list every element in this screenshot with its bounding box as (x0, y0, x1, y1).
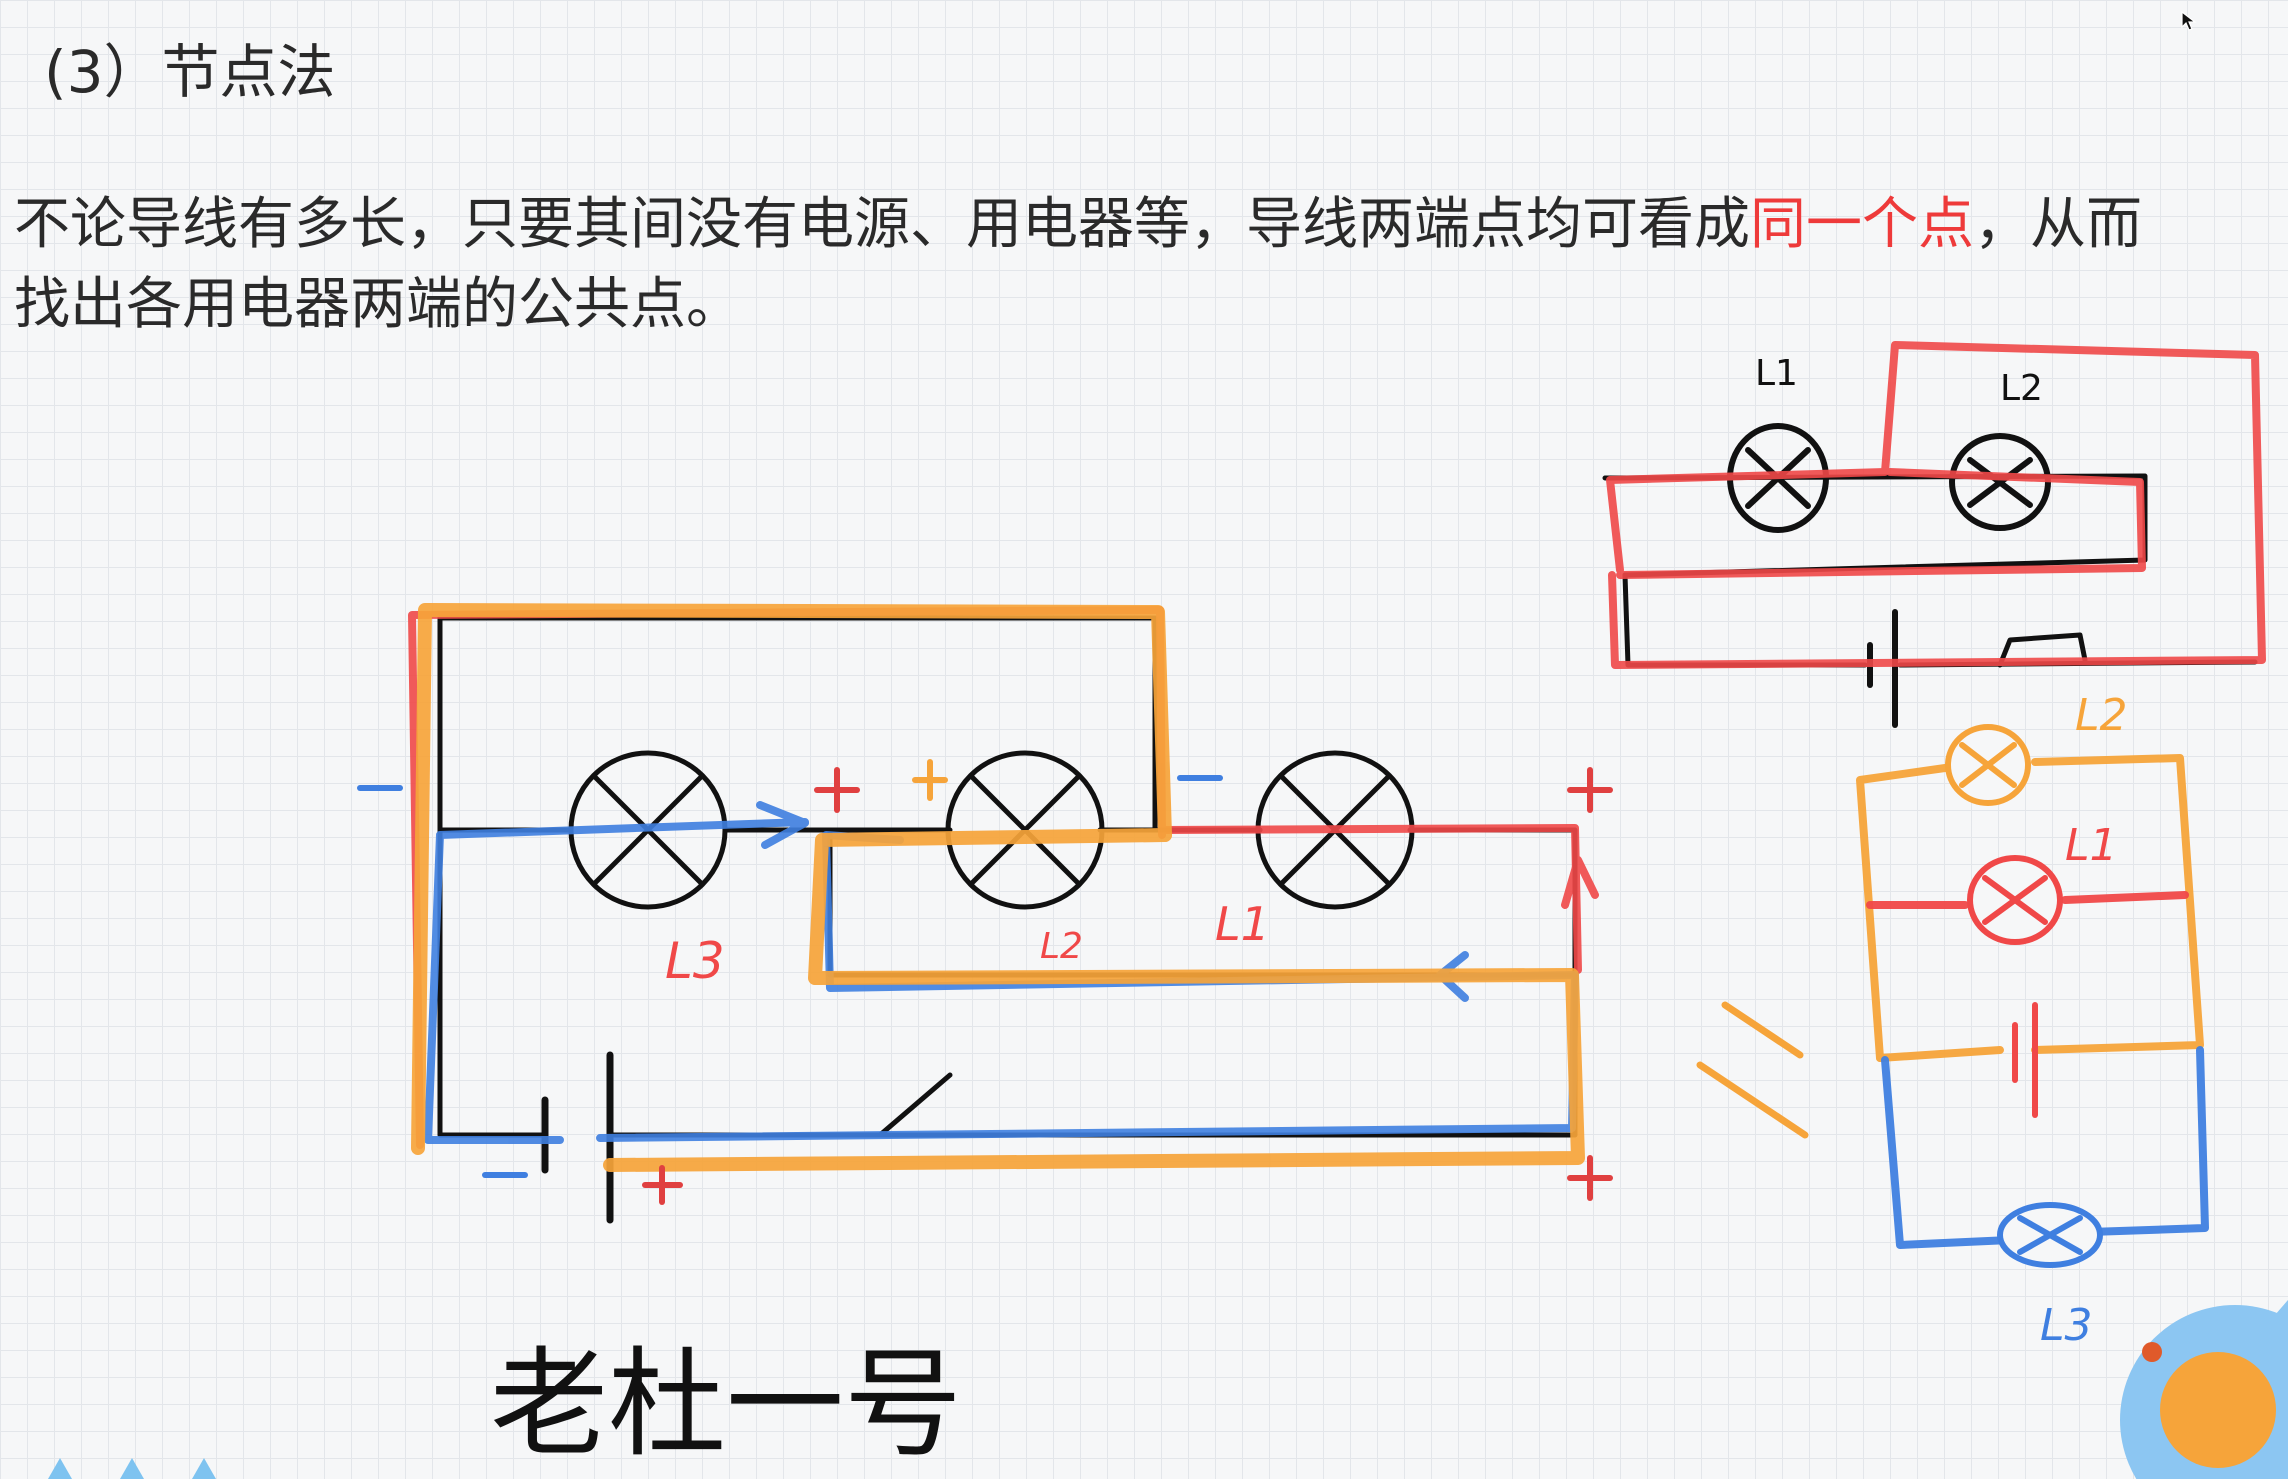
main-orange-trace (411, 603, 1585, 1172)
main-label-L1: L1 (1215, 897, 1270, 951)
handwritten-name: 老杜一号 (490, 1335, 962, 1473)
mouse-cursor-icon (2181, 10, 2197, 31)
top-right-red-trace (1606, 341, 2266, 669)
top-right-circuit: L1 L2 (1602, 341, 2266, 728)
mascot-decoration-icon (2120, 1300, 2288, 1479)
bottom-left-decoration-icon (48, 1458, 216, 1479)
top-right-bulb-L2-icon (1949, 433, 2051, 531)
right-battery-icon (2012, 1002, 2038, 1118)
right-label-L1: L1 (2065, 820, 2118, 871)
circuit-diagram-board: L3 L2 L1 L1 L2 L2 L1 L3 老杜一号 (48, 341, 2288, 1479)
right-parallel-circuit: L2 L1 L3 (1856, 690, 2209, 1351)
top-right-label-L1: L1 (1755, 353, 1798, 394)
right-bulb-L3-icon (1997, 1202, 2103, 1268)
top-right-label-L2: L2 (2000, 368, 2043, 409)
main-label-L2: L2 (1040, 926, 1083, 967)
equivalence-marks (1696, 1001, 1809, 1139)
top-right-battery-icon (1867, 609, 1898, 728)
right-bulb-L1-icon (1967, 855, 2063, 945)
main-label-L3: L3 (665, 932, 725, 990)
right-label-L3: L3 (2040, 1300, 2093, 1351)
main-circuit: L3 L2 L1 (357, 603, 1613, 1224)
right-label-L2: L2 (2075, 690, 2128, 741)
right-bulb-L2-icon (1945, 724, 2031, 806)
